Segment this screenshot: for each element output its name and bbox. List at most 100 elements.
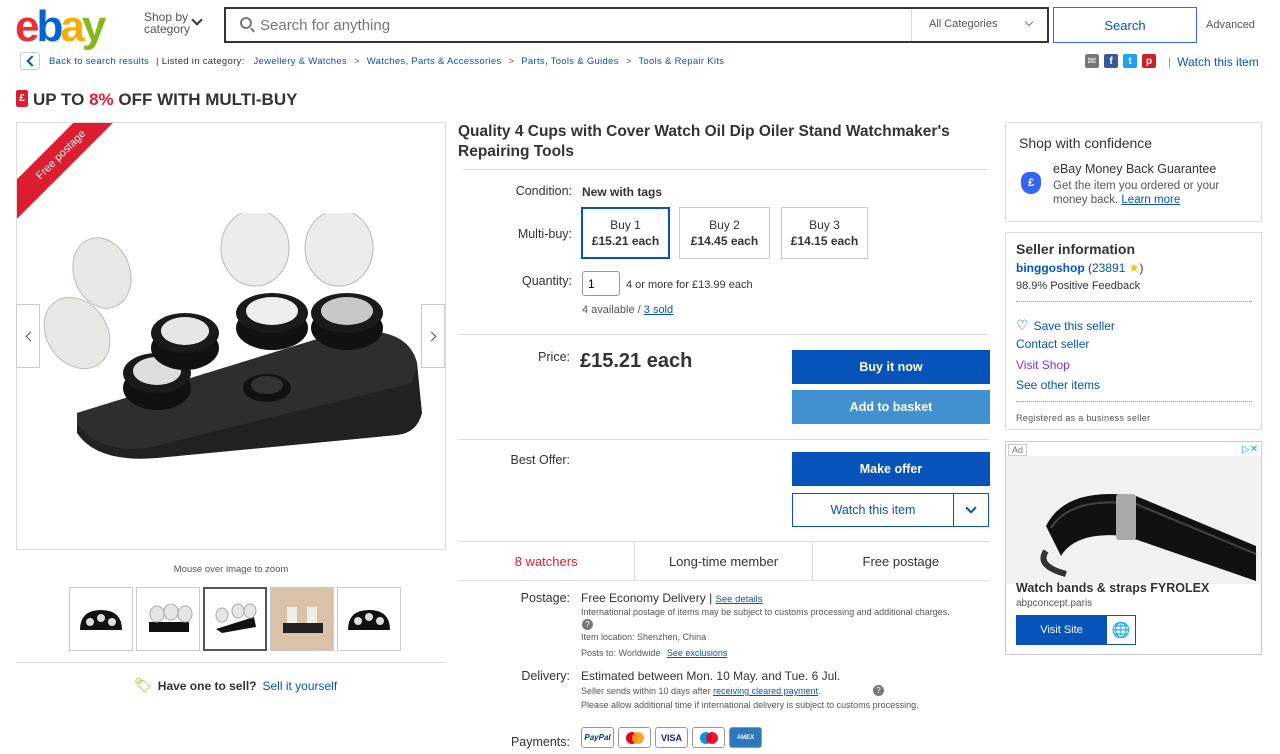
registered-note: Registered as a business seller bbox=[1016, 413, 1151, 423]
seller-badge: Long-time member bbox=[635, 542, 813, 580]
watchers-count: 8 watchers bbox=[458, 542, 636, 580]
help-icon[interactable]: ? bbox=[873, 685, 884, 696]
price-tag-icon: £ bbox=[16, 90, 28, 107]
thumbnail[interactable] bbox=[337, 587, 401, 651]
facebook-icon[interactable]: f bbox=[1104, 54, 1118, 68]
ad-title[interactable]: Watch bands & straps FYROLEX bbox=[1016, 581, 1209, 595]
save-seller-link[interactable]: ♡ Save this seller bbox=[1016, 317, 1115, 334]
product-image bbox=[43, 213, 422, 459]
twitter-icon[interactable]: t bbox=[1123, 54, 1137, 68]
seller-info-box: Seller information binggoshop (23891 ★) … bbox=[1005, 232, 1262, 430]
multibuy-option-1[interactable]: Buy 1 £15.21 each bbox=[581, 207, 670, 259]
chevron-down-icon bbox=[965, 502, 977, 514]
postage-intl-note: International postage of items may be su… bbox=[581, 607, 950, 617]
breadcrumb-item[interactable]: Parts, Tools & Guides bbox=[521, 56, 618, 67]
divider bbox=[911, 9, 912, 41]
delivery-note: Seller sends within 10 days after receiv… bbox=[581, 686, 821, 696]
advanced-search-link[interactable]: Advanced bbox=[1206, 19, 1255, 31]
breadcrumb-item[interactable]: Tools & Repair Kits bbox=[638, 56, 724, 67]
see-exclusions-link[interactable]: See exclusions bbox=[667, 648, 728, 658]
sell-prompt: 🏷 Have one to sell? Sell it yourself bbox=[134, 677, 337, 694]
next-image-button[interactable] bbox=[421, 304, 445, 368]
search-input[interactable] bbox=[260, 9, 900, 41]
multibuy-option-2[interactable]: Buy 2 £14.45 each bbox=[679, 207, 770, 259]
category-select[interactable]: All Categories bbox=[929, 18, 997, 30]
confidence-box: Shop with confidence £ eBay Money Back G… bbox=[1005, 122, 1262, 222]
postage-method: Economy Delivery | bbox=[609, 591, 713, 605]
sell-question: Have one to sell? bbox=[157, 678, 257, 693]
paypal-icon: PayPal bbox=[581, 727, 614, 748]
cleared-payment-link[interactable]: receiving cleared payment bbox=[713, 686, 818, 696]
mastercard-icon bbox=[618, 727, 651, 748]
thumbnail-strip bbox=[69, 587, 401, 651]
guarantee-title: eBay Money Back Guarantee bbox=[1053, 162, 1217, 176]
quantity-label: Quantity: bbox=[521, 274, 572, 288]
postage-label: Postage: bbox=[520, 591, 570, 605]
watch-dropdown-button[interactable] bbox=[953, 493, 989, 527]
ad-box[interactable]: Ad ▷✕ Watch bands & straps FYROLEX abpco… bbox=[1005, 441, 1262, 655]
multibuy-label: Multi-buy: bbox=[517, 227, 572, 241]
make-offer-button[interactable]: Make offer bbox=[792, 452, 990, 486]
quantity-input[interactable] bbox=[582, 271, 620, 296]
payments-label: Payments: bbox=[510, 735, 570, 749]
watch-item-label[interactable]: Watch this item bbox=[1177, 55, 1259, 69]
add-to-basket-button[interactable]: Add to basket bbox=[792, 390, 990, 424]
banner-percent: 8% bbox=[89, 90, 114, 109]
thumbnail-selected[interactable] bbox=[203, 587, 267, 651]
contact-seller-link[interactable]: Contact seller bbox=[1016, 337, 1089, 351]
visit-shop-link[interactable]: Visit Shop bbox=[1016, 358, 1070, 372]
posts-to: Posts to: Worldwide See exclusions bbox=[581, 648, 727, 658]
globe-icon[interactable]: 🌐 bbox=[1106, 615, 1136, 645]
see-details-link[interactable]: See details bbox=[716, 594, 763, 605]
multibuy-banner: UP TO 8% OFF WITH MULTI-BUY bbox=[33, 90, 297, 110]
email-icon[interactable]: ✉ bbox=[1085, 54, 1099, 68]
free-postage-badge: Free postage bbox=[862, 553, 940, 569]
category-label: category bbox=[144, 22, 191, 36]
thumbnail[interactable] bbox=[69, 587, 133, 651]
delivery-prefix: Estimated between bbox=[581, 669, 687, 683]
multibuy-price: £14.15 each bbox=[790, 234, 859, 248]
prev-image-button[interactable] bbox=[16, 304, 40, 368]
quantity-offer: 4 or more for £13.99 each bbox=[626, 279, 753, 291]
save-seller-label[interactable]: Save this seller bbox=[1034, 319, 1115, 333]
adchoices-icon[interactable]: ▷✕ bbox=[1242, 444, 1258, 455]
learn-more-link[interactable]: Learn more bbox=[1121, 194, 1180, 206]
posts-to-text: Posts to: Worldwide bbox=[581, 648, 661, 658]
delivery-note-prefix: Seller sends within 10 days after bbox=[581, 686, 714, 696]
divider bbox=[463, 169, 988, 170]
back-arrow-icon[interactable] bbox=[20, 52, 40, 70]
shield-icon: £ bbox=[1021, 172, 1041, 194]
thumbnail[interactable] bbox=[270, 587, 334, 651]
help-icon[interactable]: ? bbox=[582, 619, 593, 630]
delivery-extra-note: Please allow additional time if internat… bbox=[581, 700, 919, 710]
guarantee-desc: Get the item you ordered or your money b… bbox=[1053, 179, 1253, 207]
payment-methods: PayPal VISA AMEX bbox=[581, 727, 762, 748]
seller-score-link[interactable]: 23891 bbox=[1092, 261, 1125, 275]
breadcrumb-item[interactable]: Watches, Parts & Accessories bbox=[367, 56, 502, 67]
delivery-label: Delivery: bbox=[521, 669, 570, 683]
see-other-items-link[interactable]: See other items bbox=[1016, 378, 1100, 392]
shop-by-category-button[interactable]: Shop by category bbox=[144, 11, 190, 35]
watch-item-button[interactable]: Watch this item bbox=[792, 493, 954, 527]
back-to-results-link[interactable]: Back to search results bbox=[49, 56, 149, 67]
visit-site-button[interactable]: Visit Site bbox=[1016, 615, 1107, 645]
listed-in-label: | Listed in category: bbox=[156, 56, 245, 67]
ebay-logo[interactable]: ebay bbox=[15, 2, 106, 52]
divider bbox=[16, 662, 446, 663]
watch-item-link-top[interactable]: | Watch this item bbox=[1168, 55, 1259, 69]
sold-count-link[interactable]: 3 sold bbox=[644, 304, 673, 316]
search-icon bbox=[240, 17, 252, 29]
sell-it-yourself-link[interactable]: Sell it yourself bbox=[262, 679, 337, 693]
thumbnail[interactable] bbox=[136, 587, 200, 651]
ad-domain: abpconcept.paris bbox=[1016, 598, 1093, 609]
item-title: Quality 4 Cups with Cover Watch Oil Dip … bbox=[458, 123, 950, 160]
buy-it-now-button[interactable]: Buy it now bbox=[792, 350, 990, 384]
seller-name-link[interactable]: binggoshop bbox=[1016, 261, 1085, 275]
item-stats: 8 watchers Long-time member Free postage bbox=[458, 541, 989, 581]
multibuy-option-3[interactable]: Buy 3 £14.15 each bbox=[781, 207, 868, 259]
breadcrumb-item[interactable]: Jewellery & Watches bbox=[253, 56, 347, 67]
breadcrumb-separator: > bbox=[353, 56, 360, 67]
search-button[interactable]: Search bbox=[1053, 7, 1197, 43]
pinterest-icon[interactable]: p bbox=[1142, 54, 1156, 68]
main-image[interactable]: Free postage bbox=[16, 122, 446, 550]
